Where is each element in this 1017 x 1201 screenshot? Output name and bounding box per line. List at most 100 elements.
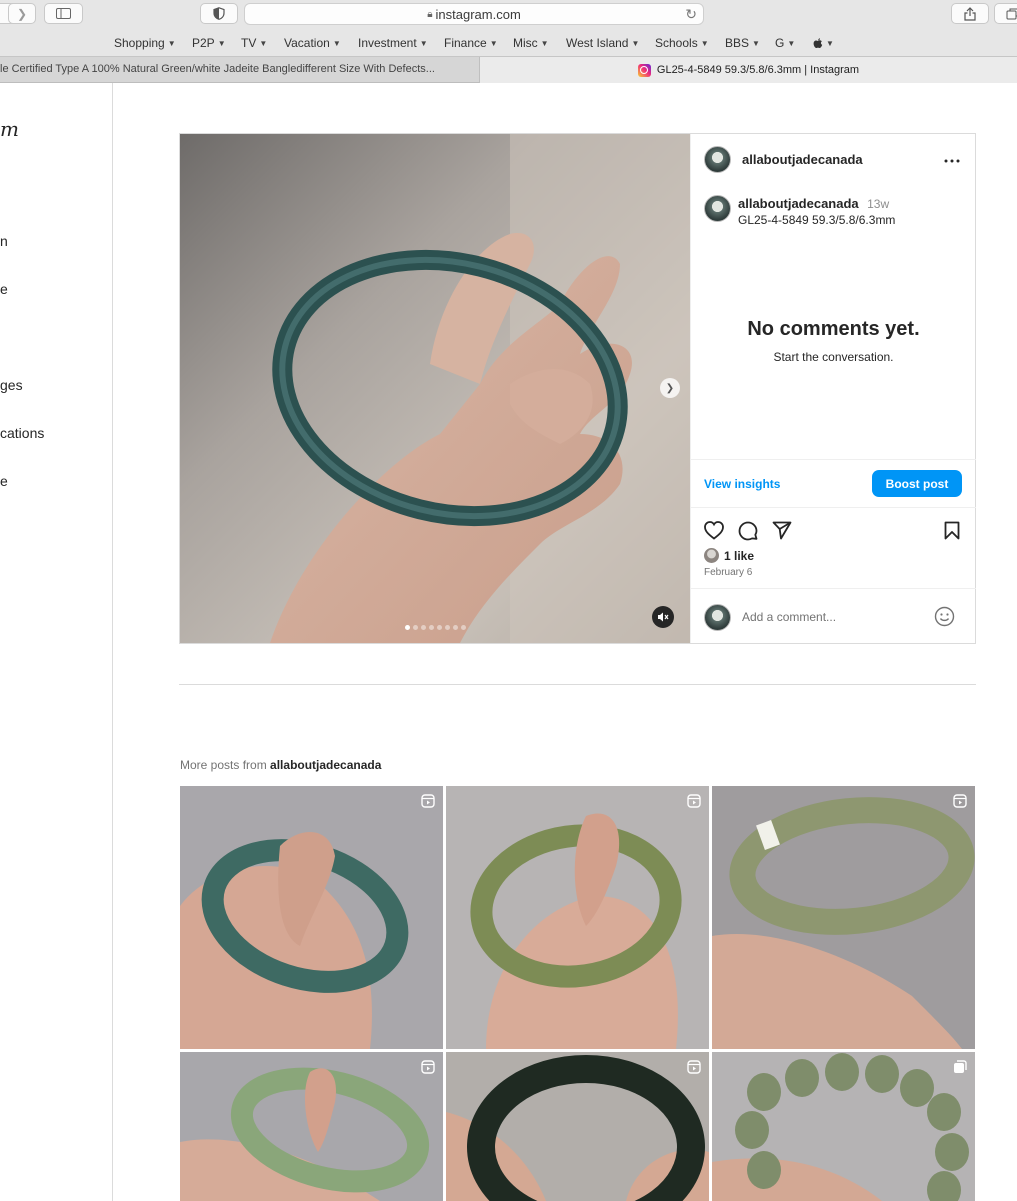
chevron-down-icon: ▼	[489, 38, 498, 48]
avatar[interactable]	[704, 146, 731, 173]
sidebar-item-notifications[interactable]: cations	[0, 425, 44, 441]
caption-age: 13w	[867, 197, 890, 211]
chevron-down-icon: ▼	[259, 38, 268, 48]
more-post-thumbnail[interactable]	[712, 786, 975, 1049]
more-post-thumbnail[interactable]	[446, 1052, 709, 1201]
bangle-video-frame	[180, 134, 690, 643]
bookmark-folder-vacation[interactable]: Vacation ▼	[284, 36, 341, 50]
more-posts-heading: More posts from allaboutjadecanada	[180, 758, 382, 772]
tab-jadeite-bangle[interactable]: le Certified Type A 100% Natural Green/w…	[0, 57, 480, 83]
bookmark-folder-shopping[interactable]: Shopping ▼	[114, 36, 176, 50]
likes-row: 1 like	[704, 548, 754, 563]
sidebar-icon	[56, 8, 71, 19]
caption: allaboutjadecanada 13w GL25-4-5849 59.3/…	[738, 196, 895, 228]
heart-icon	[704, 521, 724, 540]
bangle-photo	[446, 786, 709, 1049]
bookmarks-bar: Shopping ▼ P2P ▼ TV ▼ Vacation ▼ Investment ▼…	[0, 30, 1017, 56]
sidebar-item-explore[interactable]: e	[0, 281, 8, 297]
apple-icon	[813, 37, 823, 48]
more-post-thumbnail[interactable]	[446, 786, 709, 1049]
more-posts-username[interactable]: allaboutjadecanada	[270, 758, 381, 772]
more-options-icon	[944, 159, 960, 163]
more-post-thumbnail[interactable]	[180, 1052, 443, 1201]
forward-button[interactable]: ❯	[8, 3, 36, 24]
bookmark-folder-misc[interactable]: Misc ▼	[513, 36, 549, 50]
save-button[interactable]	[944, 521, 960, 545]
lock-icon: 🔒︎	[427, 8, 433, 20]
bookmark-icon	[944, 521, 960, 540]
carousel-dot	[436, 625, 442, 630]
chevron-down-icon: ▼	[419, 38, 428, 48]
boost-post-button[interactable]: Boost post	[872, 470, 962, 497]
sidebar-toggle-button[interactable]	[44, 3, 83, 24]
chevron-down-icon: ▼	[787, 38, 796, 48]
post-video[interactable]: ❯	[180, 134, 690, 643]
comment-input[interactable]: Add a comment...	[742, 610, 836, 624]
caption-username[interactable]: allaboutjadecanada	[738, 196, 859, 211]
divider	[691, 588, 976, 589]
more-options-button[interactable]	[944, 151, 960, 169]
post-container: ❯ allaboutjadecanada allaboutjadecanada …	[179, 133, 976, 644]
privacy-report-button[interactable]	[200, 3, 238, 24]
post-date[interactable]: February 6	[704, 567, 752, 578]
more-post-thumbnail[interactable]	[712, 1052, 975, 1201]
liker-avatar[interactable]	[704, 548, 719, 563]
tab-instagram-post[interactable]: GL25-4-5849 59.3/5.8/6.3mm | Instagram	[480, 57, 1017, 83]
tab-bar: le Certified Type A 100% Natural Green/w…	[0, 56, 1017, 83]
carousel-icon	[954, 1060, 967, 1073]
chevron-down-icon: ▼	[167, 38, 176, 48]
avatar[interactable]	[704, 195, 731, 222]
emoji-button[interactable]	[934, 606, 955, 632]
mute-button[interactable]	[652, 606, 674, 628]
tabs-overview-button[interactable]	[994, 3, 1017, 24]
carousel-dot	[412, 625, 418, 630]
bookmark-folder-g[interactable]: G ▼	[775, 36, 795, 50]
bangle-photo	[180, 1052, 443, 1201]
instagram-sidebar: m n e ges cations e	[0, 83, 113, 1201]
comment-button[interactable]	[738, 521, 758, 546]
sidebar-item-search[interactable]: n	[0, 233, 8, 249]
instagram-logo[interactable]: m	[0, 117, 19, 141]
sidebar-item-create[interactable]: e	[0, 473, 8, 489]
bookmark-folder-west-island[interactable]: West Island ▼	[566, 36, 639, 50]
carousel-dot	[460, 625, 466, 630]
bookmark-folder-investment[interactable]: Investment ▼	[358, 36, 428, 50]
carousel-dot	[452, 625, 458, 630]
post-header: allaboutjadecanada	[704, 146, 863, 173]
bookmark-folder-apple[interactable]: ▼	[813, 37, 834, 49]
forward-icon: ❯	[16, 6, 28, 21]
chevron-down-icon: ▼	[700, 38, 709, 48]
emoji-icon	[934, 606, 955, 627]
like-button[interactable]	[704, 521, 724, 545]
bookmark-folder-schools[interactable]: Schools ▼	[655, 36, 709, 50]
carousel-dot	[404, 625, 410, 630]
more-post-thumbnail[interactable]	[180, 786, 443, 1049]
divider	[691, 459, 976, 460]
address-bar[interactable]: 🔒︎ instagram.com ↻	[244, 3, 704, 25]
bookmark-folder-p2p[interactable]: P2P ▼	[192, 36, 226, 50]
reload-icon[interactable]: ↻	[685, 6, 697, 23]
chevron-right-icon: ❯	[665, 382, 675, 394]
sidebar-item-messages[interactable]: ges	[0, 377, 23, 393]
bangle-photo	[712, 786, 975, 1049]
comment-icon	[738, 521, 758, 541]
caption-text: GL25-4-5849 59.3/5.8/6.3mm	[738, 213, 896, 227]
instagram-favicon-icon	[637, 63, 651, 77]
empty-comments-title: No comments yet.	[747, 318, 920, 340]
muted-speaker-icon	[658, 612, 669, 622]
reel-icon	[687, 794, 701, 808]
bookmark-folder-tv[interactable]: TV ▼	[241, 36, 267, 50]
bookmark-folder-finance[interactable]: Finance ▼	[444, 36, 498, 50]
post-side-panel: allaboutjadecanada allaboutjadecanada 13…	[690, 134, 976, 643]
reel-icon	[953, 794, 967, 808]
bangle-photo	[446, 1052, 709, 1201]
bookmark-folder-bbs[interactable]: BBS ▼	[725, 36, 760, 50]
post-username[interactable]: allaboutjadecanada	[742, 152, 863, 167]
share-button[interactable]	[951, 3, 989, 24]
next-slide-button[interactable]: ❯	[660, 378, 680, 398]
carousel-dot	[420, 625, 426, 630]
likes-count[interactable]: 1 like	[724, 549, 754, 563]
share-post-button[interactable]	[772, 521, 792, 545]
reel-icon	[421, 794, 435, 808]
view-insights-link[interactable]: View insights	[704, 477, 780, 491]
